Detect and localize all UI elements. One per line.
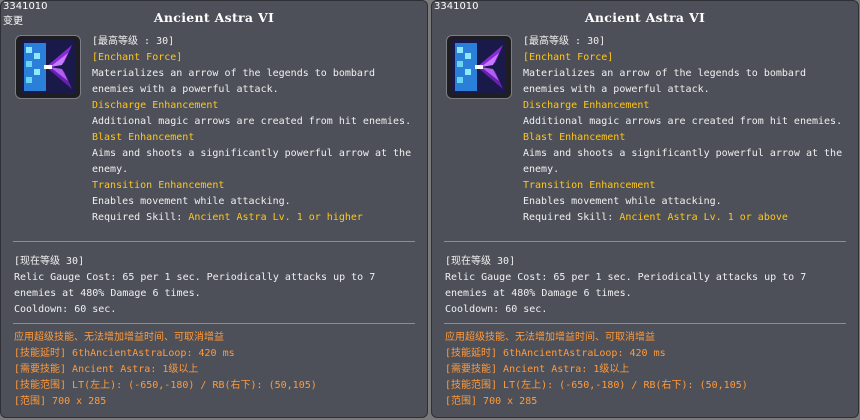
skill-tooltip-left: 3341010 变更 Ancient Astra VI [最高等级 : 30] … xyxy=(0,0,428,418)
enhancement-heading: Blast Enhancement xyxy=(523,132,626,143)
ancient-astra-skill-icon xyxy=(452,40,506,94)
divider xyxy=(13,241,415,242)
extra-info-line: [技能延时] 6thAncientAstraLoop: 420 ms xyxy=(445,348,666,359)
enhancement-heading: Discharge Enhancement xyxy=(92,100,219,111)
cooldown-line: Cooldown: 60 sec. xyxy=(14,304,117,315)
enhancement-heading: Transition Enhancement xyxy=(92,180,225,191)
extra-info-line: [范围] 700 x 285 xyxy=(445,396,538,407)
enhancement-description: Additional magic arrows are created from… xyxy=(523,116,843,127)
max-level: [最高等级 : 30] xyxy=(523,36,606,47)
required-skill: Required Skill: Ancient Astra Lv. 1 or h… xyxy=(92,210,425,226)
enhancement-heading: Blast Enhancement xyxy=(92,132,195,143)
required-skill-label: Required Skill: xyxy=(523,212,620,223)
enhancement-description: Aims and shoots a significantly powerful… xyxy=(92,148,412,159)
effect-line: Relic Gauge Cost: 65 per 1 sec. Periodic… xyxy=(14,272,376,283)
skill-title: Ancient Astra VI xyxy=(153,10,275,25)
skill-icon-frame xyxy=(15,35,81,99)
required-skill-value: Ancient Astra Lv. 1 or above xyxy=(619,212,788,223)
ancient-astra-skill-icon xyxy=(21,40,75,94)
skill-title: Ancient Astra VI xyxy=(584,10,706,25)
current-level: [现在等级 30] xyxy=(14,256,85,267)
description-line: Materializes an arrow of the legends to … xyxy=(523,68,806,79)
enchant-force-label: [Enchant Force] xyxy=(92,52,183,63)
current-level: [现在等级 30] xyxy=(445,256,516,267)
enhancement-description: enemy. xyxy=(92,164,129,175)
description-line: Materializes an arrow of the legends to … xyxy=(92,68,375,79)
enhancement-description: Enables movement while attacking. xyxy=(92,196,291,207)
enhancement-heading: Discharge Enhancement xyxy=(523,100,650,111)
description-line: enemies with a powerful attack. xyxy=(92,84,279,95)
extra-info-line: [需要技能] Ancient Astra: 1级以上 xyxy=(445,364,630,375)
required-skill: Required Skill: Ancient Astra Lv. 1 or a… xyxy=(523,210,856,226)
divider xyxy=(444,241,846,242)
enhancement-description: Enables movement while attacking. xyxy=(523,196,722,207)
skill-icon-frame xyxy=(446,35,512,99)
enhancement-description: Additional magic arrows are created from… xyxy=(92,116,412,127)
extra-info-line: [技能范围] LT(左上): (-650,-180) / RB(右下): (50… xyxy=(445,380,748,391)
extra-info-line: 应用超级技能、无法增加增益时间、可取消增益 xyxy=(445,332,655,343)
cooldown-line: Cooldown: 60 sec. xyxy=(445,304,548,315)
skill-tooltip-right: 3341010 Ancient Astra VI [最高等级 : 30] [En… xyxy=(431,0,859,418)
effect-line: Relic Gauge Cost: 65 per 1 sec. Periodic… xyxy=(445,272,807,283)
extra-info-line: [技能延时] 6thAncientAstraLoop: 420 ms xyxy=(14,348,235,359)
effect-line: enemies at 480% Damage 6 times. xyxy=(445,288,632,299)
extra-info-line: 应用超级技能、无法增加增益时间、可取消增益 xyxy=(14,332,224,343)
extra-info-line: [范围] 700 x 285 xyxy=(14,396,107,407)
required-skill-label: Required Skill: xyxy=(92,212,189,223)
enhancement-description: Aims and shoots a significantly powerful… xyxy=(523,148,843,159)
required-skill-value: Ancient Astra Lv. 1 or higher xyxy=(188,212,363,223)
divider xyxy=(13,323,415,324)
effect-line: enemies at 480% Damage 6 times. xyxy=(14,288,201,299)
enhancement-heading: Transition Enhancement xyxy=(523,180,656,191)
extra-info-line: [需要技能] Ancient Astra: 1级以上 xyxy=(14,364,199,375)
max-level: [最高等级 : 30] xyxy=(92,36,175,47)
enchant-force-label: [Enchant Force] xyxy=(523,52,614,63)
extra-info-line: [技能范围] LT(左上): (-650,-180) / RB(右下): (50… xyxy=(14,380,317,391)
description-line: enemies with a powerful attack. xyxy=(523,84,710,95)
enhancement-description: enemy. xyxy=(523,164,560,175)
divider xyxy=(444,323,846,324)
